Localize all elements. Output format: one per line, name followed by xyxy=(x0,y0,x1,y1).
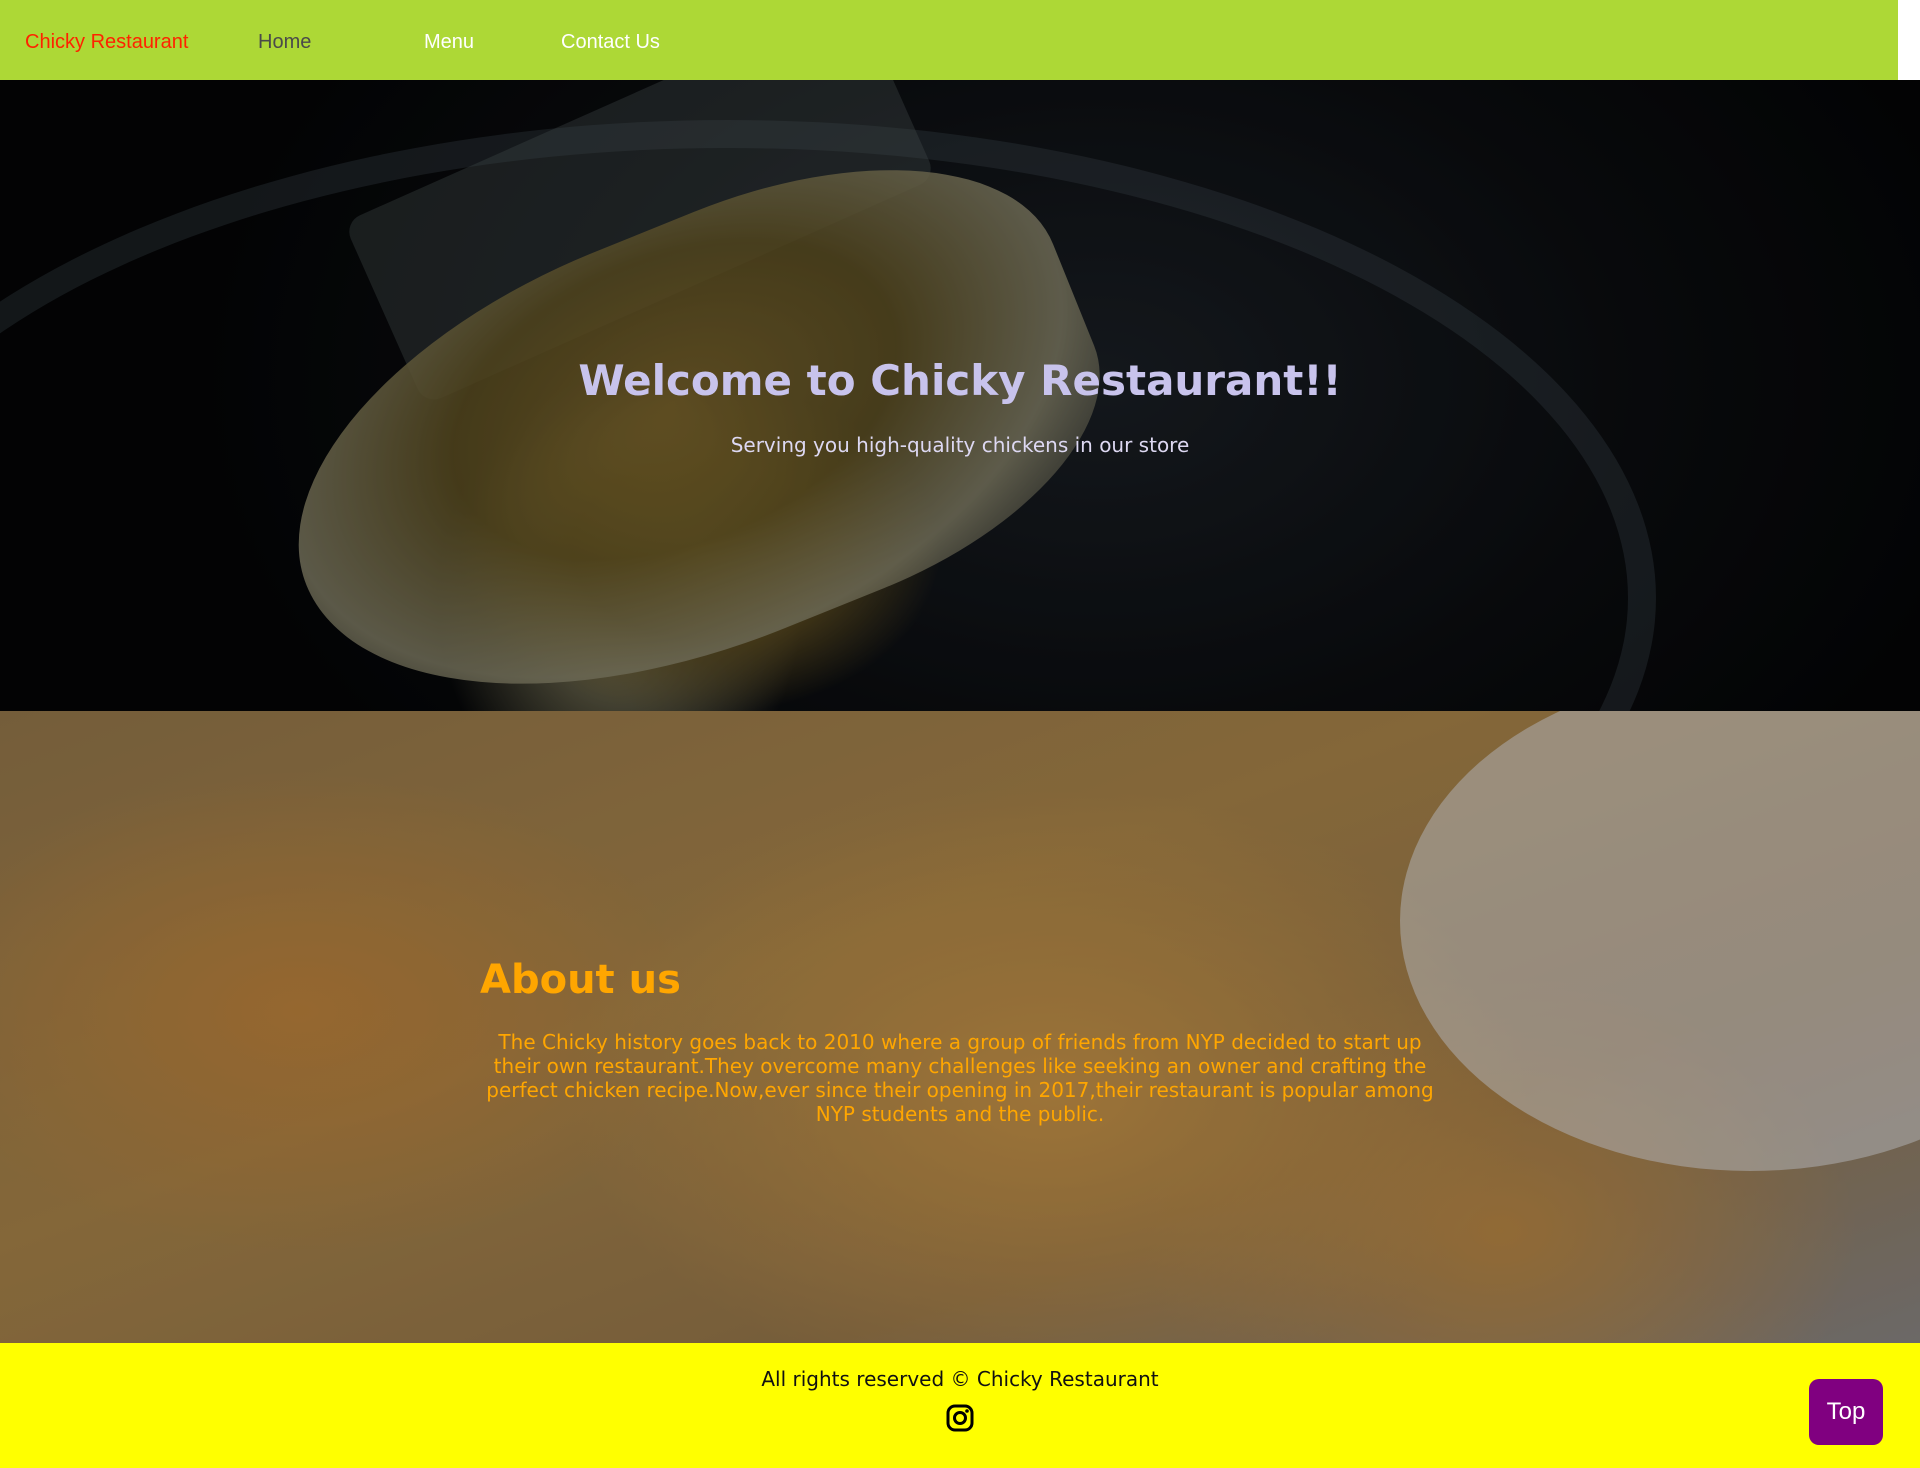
about-title: About us xyxy=(480,957,681,1003)
footer-copyright: All rights reserved © Chicky Restaurant xyxy=(761,1367,1159,1391)
nav-link-menu[interactable]: Menu xyxy=(424,28,474,56)
navbar: Chicky Restaurant Home Menu Contact Us xyxy=(0,0,1898,80)
nav-link-home[interactable]: Home xyxy=(258,28,311,56)
nav-link-contact-us[interactable]: Contact Us xyxy=(561,28,660,56)
hero-title: Welcome to Chicky Restaurant!! xyxy=(578,356,1342,405)
hero-section: Welcome to Chicky Restaurant!! Serving y… xyxy=(0,80,1920,711)
hero-subtitle: Serving you high-quality chickens in our… xyxy=(730,433,1190,457)
about-text: The Chicky history goes back to 2010 whe… xyxy=(486,1030,1434,1126)
footer: All rights reserved © Chicky Restaurant xyxy=(0,1343,1920,1468)
about-section: About us The Chicky history goes back to… xyxy=(0,711,1920,1343)
about-overlay xyxy=(0,711,1920,1343)
instagram-icon[interactable] xyxy=(945,1403,975,1433)
back-to-top-button[interactable]: Top xyxy=(1809,1379,1883,1445)
brand-link[interactable]: Chicky Restaurant xyxy=(25,28,188,56)
